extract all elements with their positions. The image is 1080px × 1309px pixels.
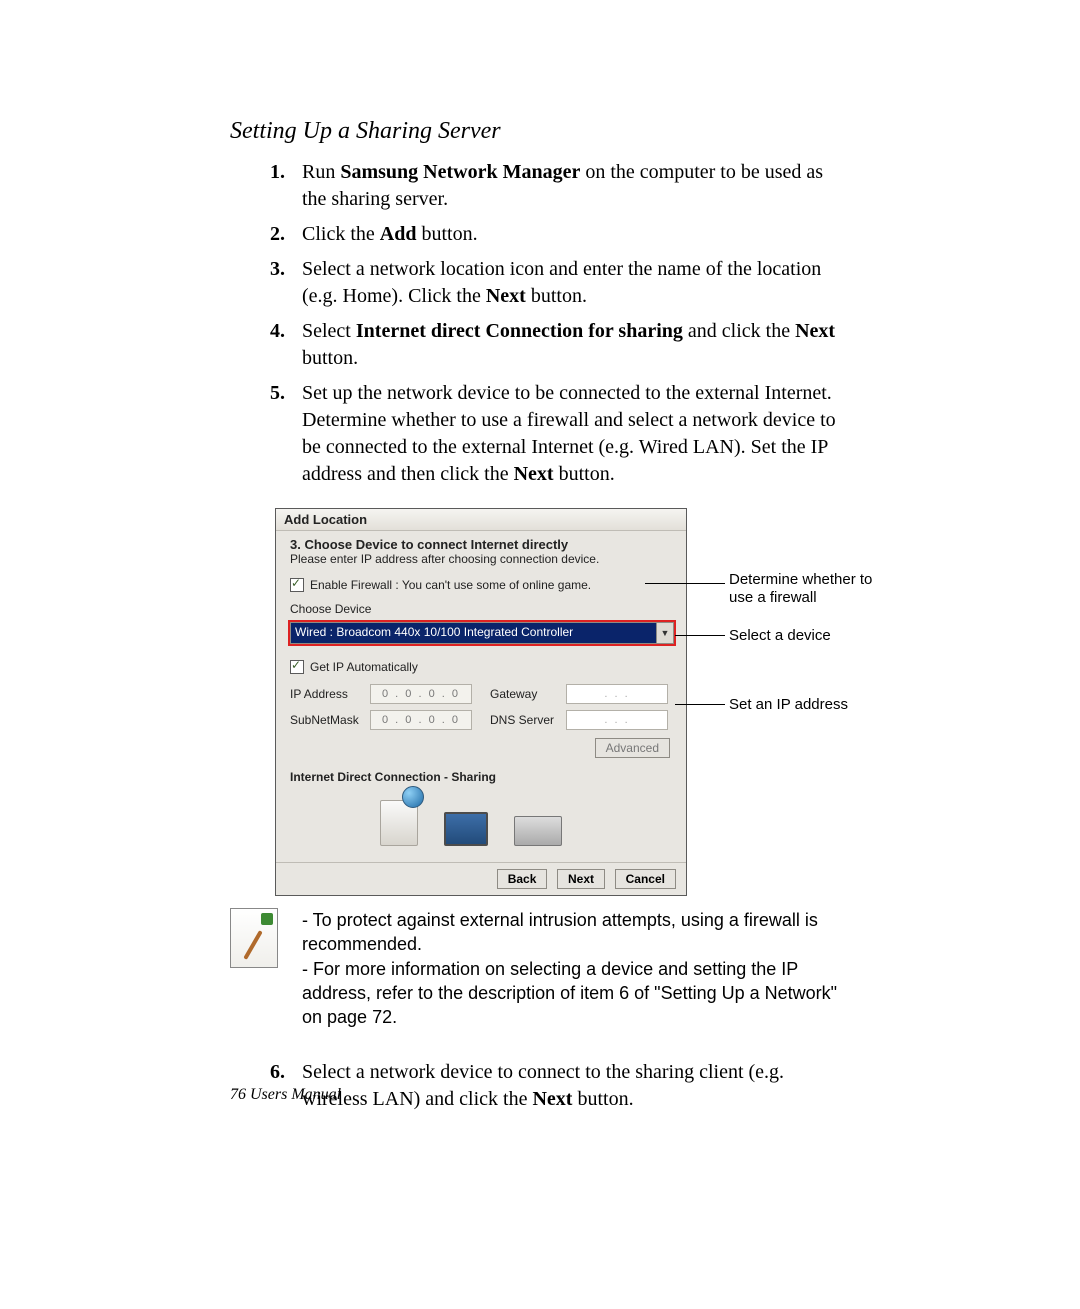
step-bold: Add — [380, 223, 417, 245]
step-1: 1. Run Samsung Network Manager on the co… — [270, 159, 850, 213]
step-bold: Samsung Network Manager — [340, 161, 580, 183]
subnet-label: SubNetMask — [290, 713, 370, 727]
step-bold: Next — [514, 463, 554, 485]
step-6: 6. Select a network device to connect to… — [270, 1059, 850, 1113]
gateway-label: Gateway — [490, 687, 556, 701]
steps-list: 1. Run Samsung Network Manager on the co… — [270, 159, 850, 488]
footer-label: Users Manual — [246, 1086, 341, 1103]
step-number: 1. — [270, 159, 302, 213]
step-body: Select a network device to connect to th… — [302, 1059, 850, 1113]
note-icon — [230, 908, 278, 968]
ip-address-field[interactable]: 0 . 0 . 0 . 0 — [370, 684, 472, 704]
dialog-footer: Back Next Cancel — [276, 862, 686, 895]
next-button[interactable]: Next — [557, 869, 605, 889]
back-button[interactable]: Back — [497, 869, 548, 889]
gateway-field[interactable]: . . . — [566, 684, 668, 704]
step-body: Select a network location icon and enter… — [302, 256, 850, 310]
callout-line — [675, 635, 725, 636]
ip-address-label: IP Address — [290, 687, 370, 701]
step-body: Click the Add button. — [302, 221, 850, 248]
sharing-diagram-title: Internet Direct Connection - Sharing — [290, 770, 672, 784]
choose-device-value: Wired : Broadcom 440x 10/100 Integrated … — [291, 623, 656, 643]
annotation-firewall: Determine whether to use a firewall — [729, 571, 879, 607]
step-text: and click the — [683, 320, 795, 342]
dns-field[interactable]: . . . — [566, 710, 668, 730]
note-block: - To protect against external intrusion … — [230, 908, 850, 1029]
globe-icon — [402, 786, 424, 808]
step-text: button. — [526, 285, 587, 307]
dialog-title: Add Location — [276, 509, 686, 531]
step-text: button. — [302, 347, 358, 369]
choose-device-combo[interactable]: Wired : Broadcom 440x 10/100 Integrated … — [290, 622, 674, 644]
page-footer: 76 Users Manual — [230, 1086, 341, 1104]
step-text: Click the — [302, 223, 380, 245]
get-ip-row: Get IP Automatically — [290, 660, 672, 674]
get-ip-auto-checkbox[interactable] — [290, 660, 304, 674]
step-bold: Next — [795, 320, 835, 342]
dialog-figure: Add Location 3. Choose Device to connect… — [275, 508, 850, 878]
sharing-diagram — [290, 788, 672, 846]
laptop-icon — [514, 816, 562, 846]
dns-label: DNS Server — [490, 713, 556, 727]
enable-firewall-checkbox[interactable] — [290, 578, 304, 592]
dialog-heading: 3. Choose Device to connect Internet dir… — [290, 537, 672, 552]
step-text: button. — [554, 463, 615, 485]
step-number: 4. — [270, 318, 302, 372]
step-body: Run Samsung Network Manager on the compu… — [302, 159, 850, 213]
dialog-subheading: Please enter IP address after choosing c… — [290, 552, 672, 566]
step-bold: Next — [532, 1088, 572, 1110]
step-bold: Internet direct Connection for sharing — [356, 320, 683, 342]
step-text: Select — [302, 320, 356, 342]
enable-firewall-row: Enable Firewall : You can't use some of … — [290, 578, 672, 592]
note-line: - To protect against external intrusion … — [302, 908, 850, 957]
callout-line — [645, 583, 725, 584]
note-line: - For more information on selecting a de… — [302, 957, 850, 1030]
step-text: Run — [302, 161, 340, 183]
step-number: 2. — [270, 221, 302, 248]
step-text: button. — [572, 1088, 633, 1110]
step-number: 5. — [270, 380, 302, 488]
step-4: 4. Select Internet direct Connection for… — [270, 318, 850, 372]
note-text: - To protect against external intrusion … — [302, 908, 850, 1029]
step-5: 5. Set up the network device to be conne… — [270, 380, 850, 488]
choose-device-label: Choose Device — [290, 602, 672, 616]
step-3: 3. Select a network location icon and en… — [270, 256, 850, 310]
step-body: Select Internet direct Connection for sh… — [302, 318, 850, 372]
subnet-field[interactable]: 0 . 0 . 0 . 0 — [370, 710, 472, 730]
step-body: Set up the network device to be connecte… — [302, 380, 850, 488]
get-ip-auto-label: Get IP Automatically — [310, 660, 418, 674]
step-text: button. — [416, 223, 477, 245]
annotation-ip: Set an IP address — [729, 696, 848, 714]
add-location-dialog: Add Location 3. Choose Device to connect… — [275, 508, 687, 896]
annotation-device: Select a device — [729, 627, 831, 645]
step-2: 2. Click the Add button. — [270, 221, 850, 248]
monitor-icon — [444, 812, 488, 846]
steps-list-2: 6. Select a network device to connect to… — [270, 1059, 850, 1113]
section-title: Setting Up a Sharing Server — [230, 118, 850, 145]
advanced-button[interactable]: Advanced — [595, 738, 670, 758]
enable-firewall-label: Enable Firewall : You can't use some of … — [310, 578, 591, 592]
cancel-button[interactable]: Cancel — [615, 869, 676, 889]
step-number: 3. — [270, 256, 302, 310]
step-bold: Next — [486, 285, 526, 307]
callout-line — [675, 704, 725, 705]
chevron-down-icon[interactable]: ▼ — [656, 623, 673, 643]
page-number: 76 — [230, 1086, 246, 1103]
